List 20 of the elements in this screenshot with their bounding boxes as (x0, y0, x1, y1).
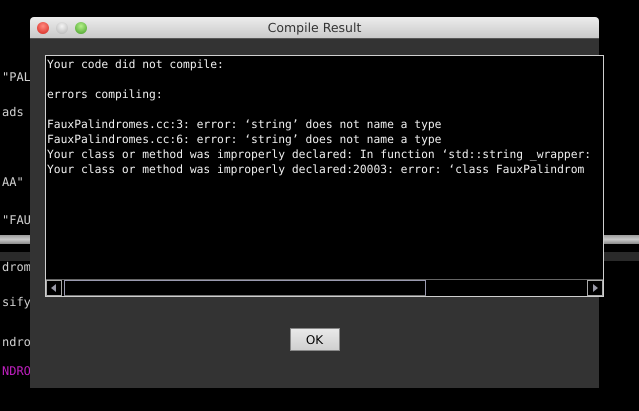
scrollbar-thumb[interactable] (64, 280, 426, 296)
code-line: drom (1, 260, 31, 274)
close-icon[interactable] (37, 22, 49, 34)
code-line: sify (1, 295, 31, 309)
code-line: ads (1, 105, 24, 119)
output-line: Your code did not compile: (47, 58, 224, 71)
ok-button[interactable]: OK (290, 328, 340, 351)
scroll-left-icon[interactable] (46, 280, 62, 296)
window-title: Compile Result (268, 20, 362, 35)
code-line: "FAU (1, 213, 31, 227)
code-line: ndro (1, 335, 31, 349)
code-line: NDRO (1, 364, 31, 378)
output-line: FauxPalindromes.cc:6: error: ‘string’ does not name a type (47, 133, 442, 146)
code-line: "PAL (1, 70, 31, 84)
output-line: FauxPalindromes.cc:3: error: ‘string’ does not name a type (47, 118, 442, 131)
output-line: errors compiling: (47, 88, 163, 101)
output-line: Your class or method was improperly declared: In function ‘std::string _wrapper: (47, 148, 592, 161)
scroll-right-icon[interactable] (587, 280, 603, 296)
output-line: Your class or method was improperly declared:20003: error: ‘class FauxPalindrom (47, 163, 584, 176)
code-line: AA" (1, 175, 24, 189)
